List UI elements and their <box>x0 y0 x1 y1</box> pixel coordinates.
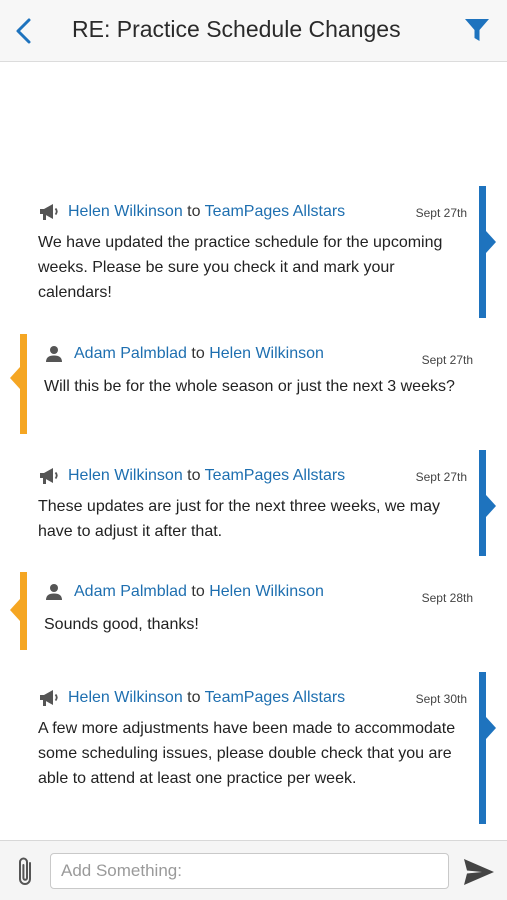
sender-link[interactable]: Adam Palmblad <box>74 583 187 600</box>
recipient-link[interactable]: TeamPages Allstars <box>205 467 346 484</box>
recipient-link[interactable]: Helen Wilkinson <box>209 345 324 362</box>
message-item: Helen Wilkinson to TeamPages Allstars Se… <box>0 186 507 318</box>
top-bar: RE: Practice Schedule Changes <box>0 0 507 62</box>
recipient-link[interactable]: TeamPages Allstars <box>205 203 346 220</box>
to-label: to <box>191 583 205 601</box>
message-pointer <box>486 495 496 517</box>
message-header: Helen Wilkinson to TeamPages Allstars <box>38 202 345 222</box>
message-item: Adam Palmblad to Helen Wilkinson Sept 28… <box>0 572 507 650</box>
message-date: Sept 30th <box>415 692 467 706</box>
to-label: to <box>187 467 201 485</box>
megaphone-icon <box>38 688 62 708</box>
message-body: These updates are just for the next thre… <box>38 498 440 540</box>
send-button[interactable] <box>462 855 496 889</box>
message-header: Helen Wilkinson to TeamPages Allstars <box>38 688 345 708</box>
attach-button[interactable] <box>14 855 38 889</box>
message-item: Helen Wilkinson to TeamPages Allstars Se… <box>0 672 507 824</box>
message-body: Will this be for the whole season or jus… <box>44 378 455 395</box>
filter-icon <box>463 19 491 48</box>
sender-link[interactable]: Helen Wilkinson <box>68 467 183 484</box>
megaphone-icon <box>38 202 62 222</box>
message-date: Sept 28th <box>421 591 473 605</box>
person-icon <box>44 344 64 364</box>
sender-link[interactable]: Adam Palmblad <box>74 345 187 362</box>
message-outgoing-bar <box>479 672 486 824</box>
message-incoming-bar <box>20 572 27 650</box>
compose-bar <box>0 840 507 900</box>
recipient-link[interactable]: TeamPages Allstars <box>205 689 346 706</box>
chevron-left-icon <box>10 18 42 52</box>
megaphone-icon <box>38 466 62 486</box>
message-outgoing-bar <box>479 186 486 318</box>
message-header: Adam Palmblad to Helen Wilkinson <box>44 344 324 364</box>
message-item: Helen Wilkinson to TeamPages Allstars Se… <box>0 450 507 556</box>
sender-link[interactable]: Helen Wilkinson <box>68 203 183 220</box>
person-icon <box>44 582 64 602</box>
message-body: Sounds good, thanks! <box>44 616 199 633</box>
message-date: Sept 27th <box>421 353 473 367</box>
recipient-link[interactable]: Helen Wilkinson <box>209 583 324 600</box>
message-pointer <box>486 231 496 253</box>
message-header: Helen Wilkinson to TeamPages Allstars <box>38 466 345 486</box>
to-label: to <box>191 345 205 363</box>
message-header: Adam Palmblad to Helen Wilkinson <box>44 582 324 602</box>
message-pointer <box>486 717 496 739</box>
message-body: We have updated the practice schedule fo… <box>38 234 443 301</box>
compose-input[interactable] <box>50 853 449 889</box>
message-date: Sept 27th <box>415 470 467 484</box>
message-body: A few more adjustments have been made to… <box>38 720 456 787</box>
back-button[interactable] <box>10 14 42 48</box>
message-date: Sept 27th <box>415 206 467 220</box>
send-icon <box>462 859 496 893</box>
paperclip-icon <box>14 857 38 893</box>
to-label: to <box>187 203 201 221</box>
filter-button[interactable] <box>463 16 491 44</box>
message-incoming-bar <box>20 334 27 434</box>
message-item: Adam Palmblad to Helen Wilkinson Sept 27… <box>0 334 507 434</box>
sender-link[interactable]: Helen Wilkinson <box>68 689 183 706</box>
message-pointer <box>10 367 20 389</box>
to-label: to <box>187 689 201 707</box>
page-title: RE: Practice Schedule Changes <box>72 16 401 42</box>
message-outgoing-bar <box>479 450 486 556</box>
message-thread[interactable]: Helen Wilkinson to TeamPages Allstars Se… <box>0 62 507 840</box>
message-pointer <box>10 599 20 621</box>
